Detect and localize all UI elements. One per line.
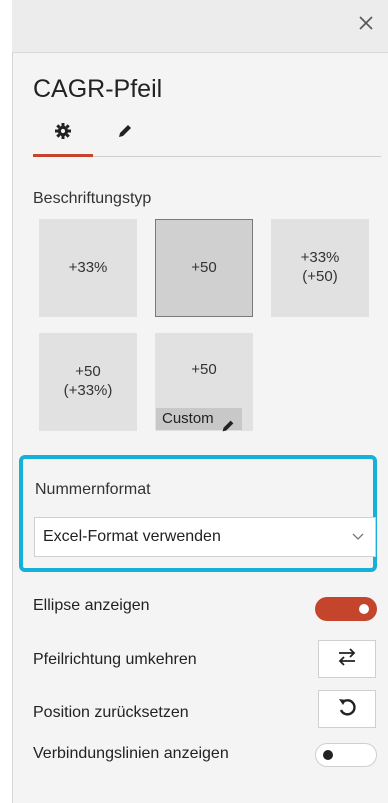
label-tile-absolute-percent[interactable]: +50 (+33%) [39,333,137,431]
pane-titlebar [12,0,388,53]
tab-style[interactable] [95,112,155,154]
custom-edit-label[interactable]: Custom [156,408,242,431]
outer-margin [0,0,12,803]
option-label-reverse-direction: Pfeilrichtung umkehren [33,651,197,668]
tile-text: +50 (+33%) [63,363,113,399]
toggle-knob [323,750,333,760]
number-format-section: Nummernformat Excel-Format verwenden [19,455,377,572]
tile-text: +50 [191,361,217,378]
label-tile-percent-absolute[interactable]: +33% (+50) [271,219,369,317]
close-icon[interactable] [354,12,378,36]
chevron-down-icon [351,529,365,548]
page-title: CAGR-Pfeil [33,75,163,103]
number-format-value: Excel-Format verwenden [43,528,221,545]
tile-text: +33% (+50) [300,249,340,285]
number-format-dropdown[interactable]: Excel-Format verwenden [34,517,376,557]
tile-text: +50 [191,258,217,276]
tile-text: +33% [68,258,108,276]
ellipse-toggle[interactable] [315,597,377,621]
swap-arrows-icon [337,647,357,671]
option-label-reset-position: Position zurücksetzen [33,704,189,721]
reset-position-button[interactable] [318,690,376,728]
number-format-heading: Nummernformat [35,481,151,498]
reverse-direction-button[interactable] [318,640,376,678]
option-label-connection-lines: Verbindungslinien anzeigen [33,745,229,762]
label-tile-absolute[interactable]: +50 [155,219,253,317]
custom-label-text: Custom [162,409,214,427]
gear-icon [54,122,72,145]
undo-icon [337,697,357,722]
connection-lines-toggle[interactable] [315,743,377,767]
tab-settings[interactable] [33,112,93,157]
label-tile-custom[interactable]: +50 Custom [155,333,253,431]
label-type-heading: Beschriftungstyp [33,190,152,207]
tab-bar [33,112,381,157]
pencil-icon [116,122,134,145]
pencil-icon [220,399,236,440]
toggle-knob [359,604,369,614]
option-label-ellipse: Ellipse anzeigen [33,597,150,614]
label-tile-percent[interactable]: +33% [39,219,137,317]
